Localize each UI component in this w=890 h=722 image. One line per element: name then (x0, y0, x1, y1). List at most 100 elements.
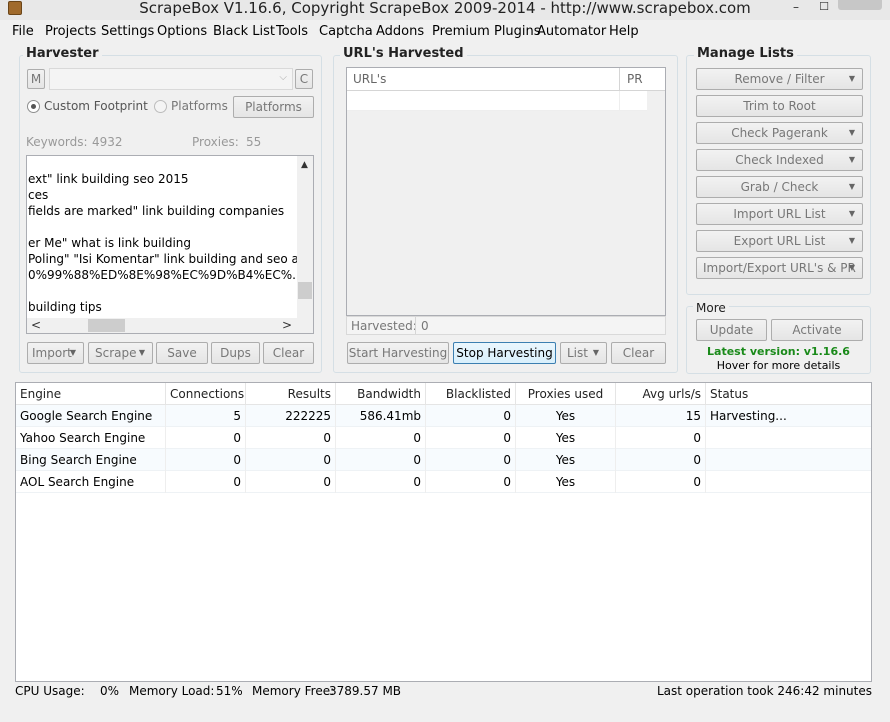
check-pagerank-button[interactable]: Check Pagerank ▼ (696, 122, 863, 144)
menu-file[interactable]: File (12, 24, 34, 39)
caret-down-icon: ▼ (848, 263, 855, 272)
platforms-radio[interactable] (154, 100, 167, 113)
engines-header: Engine Connections Results Bandwidth Bla… (16, 383, 871, 405)
menu-help[interactable]: Help (609, 24, 639, 39)
harvested-value: 0 (421, 319, 429, 333)
col-engine[interactable]: Engine (16, 383, 166, 405)
scroll-right-icon[interactable]: > (282, 318, 292, 332)
start-harvesting-button[interactable]: Start Harvesting (347, 342, 449, 364)
column-divider (619, 91, 620, 111)
keywords-textarea[interactable]: ext" link building seo 2015 ces fields a… (26, 155, 314, 334)
connections-cell: 0 (166, 427, 246, 449)
menu-black-list[interactable]: Black List (213, 24, 275, 39)
urls-column-header[interactable]: URL's (353, 72, 386, 86)
menu-options[interactable]: Options (157, 24, 207, 39)
caret-down-icon: ▼ (848, 155, 855, 164)
export-url-list-label: Export URL List (733, 234, 826, 248)
scroll-left-icon[interactable]: < (31, 318, 41, 332)
clear-urls-button[interactable]: Clear (611, 342, 666, 364)
minimize-icon[interactable]: – (786, 0, 806, 14)
check-indexed-button[interactable]: Check Indexed ▼ (696, 149, 863, 171)
urls-listview[interactable]: URL's PR (346, 67, 666, 316)
platforms-radio-label: Platforms (171, 99, 228, 113)
close-icon[interactable] (838, 0, 882, 10)
grab-check-button[interactable]: Grab / Check ▼ (696, 176, 863, 198)
caret-down-icon: ▼ (848, 236, 855, 245)
menu-automator[interactable]: Automator (537, 24, 606, 39)
check-indexed-label: Check Indexed (735, 153, 824, 167)
menu-settings[interactable]: Settings (101, 24, 154, 39)
import-export-pr-button[interactable]: Import/Export URL's & PR ▼ (696, 257, 863, 279)
c-button[interactable]: C (295, 69, 313, 89)
activate-button[interactable]: Activate (771, 319, 863, 341)
col-status[interactable]: Status (706, 383, 871, 405)
save-button[interactable]: Save (156, 342, 208, 364)
export-url-list-button[interactable]: Export URL List ▼ (696, 230, 863, 252)
urls-harvested-title: URL's Harvested (340, 46, 467, 61)
update-button[interactable]: Update (696, 319, 767, 341)
avg-urls-cell: 15 (616, 405, 706, 427)
scrape-button[interactable]: Scrape ▼ (88, 342, 153, 364)
harvested-label: Harvested: (351, 319, 417, 333)
engine-row[interactable]: Yahoo Search Engine 0 0 0 0 Yes 0 (16, 427, 871, 449)
title-bar: ScrapeBox V1.16.6, Copyright ScrapeBox 2… (0, 0, 890, 20)
platforms-button[interactable]: Platforms (233, 96, 314, 118)
caret-down-icon: ▼ (848, 209, 855, 218)
proxies-used-cell: Yes (516, 405, 616, 427)
menu-projects[interactable]: Projects (45, 24, 96, 39)
maximize-icon[interactable]: ☐ (814, 0, 834, 14)
list-button[interactable]: List ▼ (560, 342, 607, 364)
menu-captcha[interactable]: Captcha (319, 24, 373, 39)
menu-addons[interactable]: Addons (376, 24, 424, 39)
remove-filter-button[interactable]: Remove / Filter ▼ (696, 68, 863, 90)
menu-bar: File Projects Settings Options Black Lis… (0, 21, 890, 43)
caret-down-icon: ▼ (592, 348, 599, 357)
clear-keywords-button[interactable]: Clear (263, 342, 314, 364)
col-bandwidth[interactable]: Bandwidth (336, 383, 426, 405)
footprint-select[interactable]: ⌵ (49, 68, 293, 90)
list-label: List (567, 346, 588, 360)
trim-to-root-button[interactable]: Trim to Root (696, 95, 863, 117)
m-button[interactable]: M (27, 69, 45, 89)
stop-harvesting-button[interactable]: Stop Harvesting (453, 342, 556, 364)
horizontal-scrollbar[interactable]: < > (27, 318, 313, 333)
status-cell (706, 427, 871, 449)
col-results[interactable]: Results (246, 383, 336, 405)
url-row[interactable] (347, 91, 647, 111)
engine-row[interactable]: AOL Search Engine 0 0 0 0 Yes 0 (16, 471, 871, 493)
caret-down-icon: ▼ (848, 128, 855, 137)
harvester-title: Harvester (23, 46, 102, 61)
col-proxies-used[interactable]: Proxies used (516, 383, 616, 405)
import-url-list-button[interactable]: Import URL List ▼ (696, 203, 863, 225)
harvested-counter: Harvested: 0 (346, 316, 666, 335)
latest-version-text: Latest version: v1.16.6 (707, 345, 850, 358)
scrollbar-thumb[interactable] (88, 319, 125, 332)
keywords-count: 4932 (92, 135, 123, 149)
engine-row[interactable]: Google Search Engine 5 222225 586.41mb 0… (16, 405, 871, 427)
engine-name: Google Search Engine (16, 405, 166, 427)
scrollbar-thumb[interactable] (298, 282, 312, 299)
engine-row[interactable]: Bing Search Engine 0 0 0 0 Yes 0 (16, 449, 871, 471)
blacklisted-cell: 0 (426, 405, 516, 427)
vertical-scrollbar[interactable]: ▲ (297, 156, 313, 318)
custom-footprint-radio[interactable] (27, 100, 40, 113)
pr-column-header[interactable]: PR (627, 72, 643, 86)
import-button[interactable]: Import ▼ (27, 342, 84, 364)
col-blacklisted[interactable]: Blacklisted (426, 383, 516, 405)
col-avg-urls[interactable]: Avg urls/s (616, 383, 706, 405)
col-connections[interactable]: Connections (166, 383, 246, 405)
custom-footprint-label: Custom Footprint (44, 99, 148, 113)
keyword-line: ext" link building seo 2015 (28, 172, 189, 186)
proxies-label: Proxies: (192, 135, 239, 149)
avg-urls-cell: 0 (616, 471, 706, 493)
scroll-up-icon[interactable]: ▲ (301, 160, 308, 170)
menu-premium-plugins[interactable]: Premium Plugins (432, 24, 541, 39)
hover-details-text[interactable]: Hover for more details (686, 359, 871, 372)
results-cell: 0 (246, 471, 336, 493)
connections-cell: 0 (166, 471, 246, 493)
menu-tools[interactable]: Tools (276, 24, 308, 39)
memory-load-value: 51% (216, 684, 243, 698)
results-cell: 0 (246, 427, 336, 449)
engines-listview[interactable]: Engine Connections Results Bandwidth Bla… (15, 382, 872, 682)
dups-button[interactable]: Dups (211, 342, 260, 364)
